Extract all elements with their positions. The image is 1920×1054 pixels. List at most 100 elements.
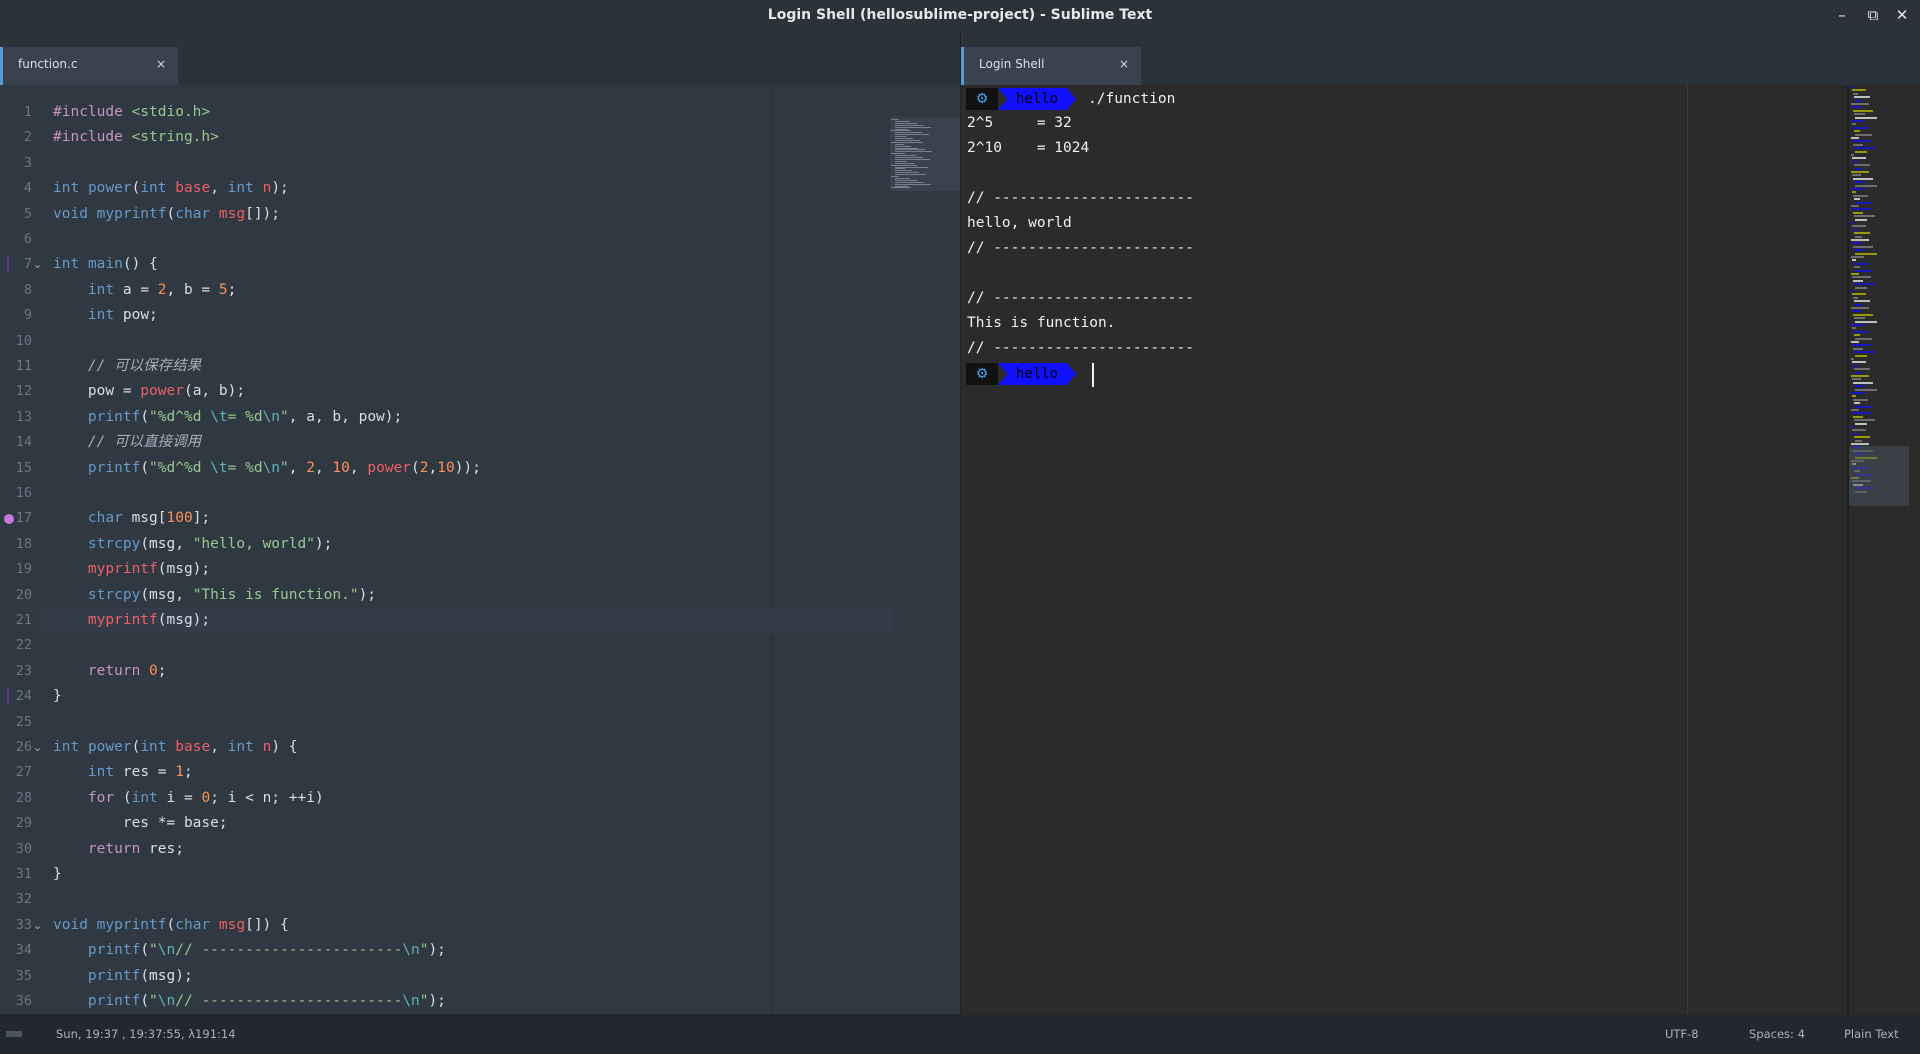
git-change-marker — [7, 255, 9, 274]
fold-chevron-icon[interactable]: ⌄ — [33, 913, 45, 938]
minimap-viewport[interactable] — [1849, 446, 1909, 506]
code-line: } — [53, 866, 62, 882]
minimap-line — [1851, 171, 1869, 173]
right-tab-bar: Login Shell × — [961, 31, 1920, 85]
minimap-line — [1853, 177, 1873, 180]
line-number: 29 — [15, 815, 32, 832]
minimap-line — [895, 138, 913, 139]
line-number: 12 — [15, 383, 32, 400]
minimap-line — [1851, 137, 1859, 139]
encoding-indicator[interactable]: UTF-8 — [1665, 1014, 1699, 1054]
minimap-line — [1851, 443, 1869, 445]
code-line: int res = 1; — [87, 764, 193, 781]
minimap-line — [895, 124, 924, 126]
minimap-line — [1854, 351, 1875, 354]
code-line: myprintf(msg); — [87, 612, 211, 628]
minimap-line — [1853, 160, 1858, 163]
tab-close-icon[interactable]: × — [1119, 47, 1129, 81]
code-line: #include <stdio.h> — [53, 104, 211, 120]
minimap-line — [895, 162, 914, 164]
minimap-line — [1853, 143, 1863, 146]
minimap-line — [1854, 164, 1870, 167]
minimap-line — [1854, 232, 1870, 235]
terminal-line: 2^10 = 1024 — [967, 140, 1090, 156]
minimap-line — [1851, 120, 1864, 122]
tab-login-shell[interactable]: Login Shell × — [961, 47, 1141, 85]
minimap-line — [895, 149, 925, 151]
minimap-line — [1851, 307, 1869, 309]
minimap-line — [1855, 133, 1872, 136]
minimap-line — [895, 183, 931, 185]
minimap-line — [1853, 228, 1858, 231]
minimap-line — [1854, 368, 1870, 371]
minimap-line — [1852, 174, 1861, 177]
terminal-pane: Login Shell × ⚙ hello ./function 2^5 = 3… — [960, 31, 1920, 1014]
minimap-line — [1855, 320, 1877, 323]
line-number: 7 — [23, 256, 32, 273]
minimap-line — [1851, 409, 1859, 411]
minimap-line — [1853, 296, 1858, 299]
terminal-output[interactable]: ⚙ hello ./function 2^5 = 32 2^10 = 1024 //… — [961, 85, 1920, 1014]
panel-toggle-icon[interactable] — [6, 1031, 22, 1037]
terminal-minimap[interactable] — [1849, 86, 1909, 520]
line-number: 15 — [15, 459, 32, 476]
line-number: 13 — [15, 408, 32, 425]
minimap-line — [1852, 276, 1871, 279]
line-number: 34 — [15, 942, 32, 959]
code-line: strcpy(msg, "This is function."); — [87, 586, 377, 603]
line-number: 11 — [15, 358, 32, 374]
minimap-line — [1854, 249, 1865, 252]
line-number: 8 — [23, 281, 32, 298]
minimap-line — [1853, 313, 1873, 316]
minimap[interactable] — [890, 117, 960, 191]
minimize-button[interactable]: – — [1828, 0, 1856, 31]
minimap-line — [1853, 364, 1858, 367]
minimap-line — [1854, 198, 1860, 201]
minimap-line — [1853, 92, 1858, 95]
minimap-line — [895, 168, 905, 170]
minimap-line — [1853, 279, 1863, 282]
line-number: 31 — [15, 866, 32, 882]
text-cursor — [1092, 363, 1094, 387]
minimap-line — [1853, 330, 1868, 333]
line-number: 30 — [15, 840, 32, 857]
minimap-line — [1854, 215, 1875, 218]
close-window-button[interactable]: ✕ — [1888, 0, 1916, 31]
minimap-line — [895, 126, 931, 128]
minimap-line — [1854, 385, 1865, 388]
tab-close-icon[interactable]: × — [156, 47, 166, 81]
minimap-line — [1854, 283, 1875, 286]
code-line: // 可以直接调用 — [53, 434, 202, 451]
tab-function-c[interactable]: function.c × — [0, 47, 178, 85]
tab-label: function.c — [18, 57, 78, 71]
code-line: int main() { — [53, 256, 158, 273]
indentation-indicator[interactable]: Spaces: 4 — [1749, 1014, 1805, 1054]
minimap-line — [1855, 371, 1862, 374]
syntax-indicator[interactable]: Plain Text — [1844, 1014, 1899, 1054]
code-line: #include <string.h> — [53, 129, 219, 146]
minimap-line — [1852, 412, 1871, 415]
minimap-line — [1853, 432, 1858, 435]
minimap-line — [1854, 334, 1860, 337]
fold-chevron-icon[interactable]: ⌄ — [33, 252, 45, 277]
line-number: 35 — [15, 967, 32, 984]
prompt-command: ./function — [1088, 91, 1176, 107]
minimap-line — [1855, 286, 1867, 289]
minimap-line — [895, 147, 918, 149]
minimap-line — [1851, 324, 1864, 326]
minimap-line — [895, 157, 923, 158]
code-editor[interactable]: 1 #include <stdio.h> 2 #include <string.h> 3… — [0, 85, 960, 1034]
gear-icon: ⚙ — [966, 363, 998, 385]
minimap-line — [895, 160, 907, 162]
minimap-line — [895, 166, 928, 168]
minimap-line — [1852, 310, 1861, 313]
line-number: 33 — [15, 916, 32, 933]
code-line: printf(msg); — [87, 967, 193, 984]
terminal-line: hello, world — [967, 215, 1072, 231]
minimap-line — [1854, 130, 1860, 133]
minimap-line — [1851, 392, 1864, 394]
minimap-line — [1851, 426, 1854, 428]
fold-chevron-icon[interactable]: ⌄ — [33, 735, 45, 760]
restore-button[interactable]: ⧉ — [1859, 0, 1887, 31]
terminal-line: // ----------------------- — [967, 240, 1194, 256]
